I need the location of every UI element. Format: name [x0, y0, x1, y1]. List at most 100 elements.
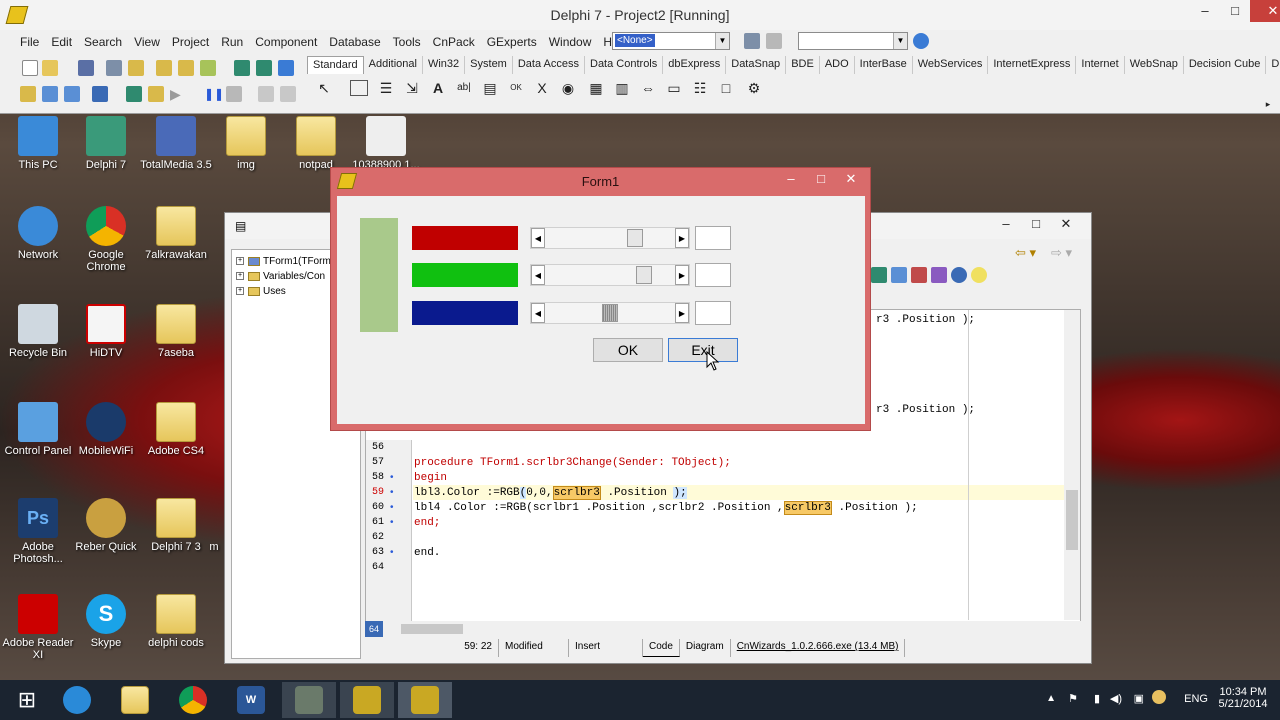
taskbar-delphi-running[interactable] — [398, 682, 452, 718]
wizard-icon[interactable] — [278, 60, 294, 76]
tree-node[interactable]: + Uses — [236, 286, 286, 297]
desktop-icon-photoshop[interactable]: Ps Adobe Photosh... — [0, 498, 76, 565]
tab-internet[interactable]: Internet — [1076, 56, 1125, 74]
radiobutton-icon[interactable]: ◉ — [558, 78, 578, 98]
add-file-icon[interactable] — [156, 60, 172, 76]
volume-icon[interactable]: ◀) — [1110, 692, 1122, 705]
chevron-left-icon[interactable]: ◀ — [531, 228, 545, 248]
scroll-thumb[interactable] — [602, 304, 618, 322]
listbox-icon[interactable]: ▦ — [586, 78, 606, 98]
red-scrollbar[interactable]: ◀ ▶ — [530, 227, 690, 249]
save-desktop-icon[interactable] — [744, 33, 760, 49]
menu-database[interactable]: Database — [323, 35, 386, 49]
scroll-thumb[interactable] — [1066, 490, 1078, 550]
run-config-icon[interactable] — [126, 86, 142, 102]
scroll-thumb[interactable] — [627, 229, 643, 247]
palette-scroll-icon[interactable]: ▸ — [1258, 94, 1278, 114]
red-value-edit[interactable] — [695, 226, 731, 250]
menu-component[interactable]: Component — [249, 35, 323, 49]
wifi-icon[interactable]: ▮ — [1094, 692, 1100, 705]
minimize-icon[interactable]: – — [1190, 0, 1220, 22]
tab-code[interactable]: Code — [643, 639, 680, 657]
menu-run[interactable]: Run — [215, 35, 249, 49]
desktop-icon-network[interactable]: Network — [0, 206, 76, 261]
desktop-icon-reber-quick[interactable]: Reber Quick — [68, 498, 144, 553]
tool-icon[interactable] — [871, 267, 887, 283]
menu-window[interactable]: Window — [543, 35, 598, 49]
desktop-icon-hidtv[interactable]: HiDTV — [68, 304, 144, 359]
maximize-icon[interactable]: □ — [1021, 213, 1051, 235]
frame-icon[interactable] — [350, 80, 368, 96]
tray-app-icon[interactable] — [1152, 690, 1166, 704]
desktop-icon-notpad[interactable]: notpad — [278, 116, 354, 171]
tab-dbexpress[interactable]: dbExpress — [663, 56, 727, 74]
open-project-icon[interactable] — [128, 60, 144, 76]
scrollbar-icon[interactable]: ⇔ — [638, 78, 658, 98]
menu-view[interactable]: View — [128, 35, 166, 49]
tab-internetexpress[interactable]: InternetExpress — [988, 56, 1077, 74]
save-all-icon[interactable] — [106, 60, 122, 76]
desktop-icon-this-pc[interactable]: This PC — [0, 116, 76, 171]
tab-additional[interactable]: Additional — [364, 56, 423, 74]
minimize-icon[interactable]: – — [776, 168, 806, 190]
maximize-icon[interactable]: □ — [1220, 0, 1250, 22]
menu-project[interactable]: Project — [166, 35, 215, 49]
desktop-layout-combo[interactable]: <None> ▼ — [612, 32, 730, 50]
run-icon[interactable]: ▶ — [170, 86, 186, 102]
taskbar-chrome[interactable] — [166, 682, 220, 718]
tab-dialogs[interactable]: Dialo — [1266, 56, 1280, 74]
compile-icon[interactable] — [148, 86, 164, 102]
menu-gexperts[interactable]: GExperts — [481, 35, 543, 49]
horizontal-scrollbar[interactable]: 64 — [365, 621, 1081, 637]
popupmenu-icon[interactable]: ⇲ — [402, 78, 422, 98]
scroll-thumb[interactable] — [401, 624, 463, 634]
new-form-icon[interactable] — [92, 86, 108, 102]
menu-cnpack[interactable]: CnPack — [427, 35, 481, 49]
panel-icon[interactable]: □ — [716, 78, 736, 98]
tab-websnap[interactable]: WebSnap — [1125, 56, 1184, 74]
menu-file[interactable]: File — [14, 35, 45, 49]
chevron-right-icon[interactable]: ▶ — [675, 228, 689, 248]
chevron-right-icon[interactable]: ▶ — [675, 265, 689, 285]
desktop-icon-totalmedia[interactable]: TotalMedia 3.5 — [138, 116, 214, 171]
new-icon[interactable] — [22, 60, 38, 76]
button-icon[interactable]: OK — [506, 78, 526, 98]
tab-data-access[interactable]: Data Access — [513, 56, 585, 74]
vertical-scrollbar[interactable] — [1064, 310, 1080, 620]
scroll-thumb[interactable] — [636, 266, 652, 284]
tab-data-controls[interactable]: Data Controls — [585, 56, 664, 74]
exit-button[interactable]: Exit — [668, 338, 738, 362]
tab-decision-cube[interactable]: Decision Cube — [1184, 56, 1267, 74]
open-icon[interactable] — [42, 60, 58, 76]
minimize-icon[interactable]: – — [991, 213, 1021, 235]
tab-diagram[interactable]: Diagram — [680, 639, 731, 657]
chevron-left-icon[interactable]: ◀ — [531, 265, 545, 285]
label-icon[interactable]: A — [428, 78, 448, 98]
tool-icon[interactable] — [931, 267, 947, 283]
menu-tools[interactable]: Tools — [387, 35, 427, 49]
desktop-icon-skype[interactable]: S Skype — [68, 594, 144, 649]
radiogroup-icon[interactable]: ☷ — [690, 78, 710, 98]
start-button[interactable]: ⊞ — [0, 682, 54, 718]
tab-webservices[interactable]: WebServices — [913, 56, 989, 74]
chevron-down-icon[interactable]: ▼ — [715, 33, 729, 49]
taskbar-delphi[interactable] — [340, 682, 394, 718]
maximize-icon[interactable]: □ — [806, 168, 836, 190]
tab-win32[interactable]: Win32 — [423, 56, 466, 74]
pause-icon[interactable]: ❚❚ — [204, 86, 224, 102]
desktop-icon-7alkrawakan[interactable]: 7alkrawakan — [138, 206, 214, 261]
menu-edit[interactable]: Edit — [45, 35, 78, 49]
close-icon[interactable]: ✕ — [836, 168, 866, 190]
tab-standard[interactable]: Standard — [307, 56, 364, 74]
forward-arrow-icon[interactable]: ⇨ ▾ — [1051, 245, 1072, 261]
network-icon[interactable]: ▣ — [1134, 692, 1144, 705]
component-icon[interactable] — [234, 60, 250, 76]
checkbox-icon[interactable]: X — [532, 78, 552, 98]
actionlist-icon[interactable]: ⚙ — [744, 78, 764, 98]
view-form-icon[interactable] — [64, 86, 80, 102]
close-icon[interactable]: ✕ — [1051, 213, 1081, 235]
menu-search[interactable]: Search — [78, 35, 128, 49]
mainmenu-icon[interactable]: ☰ — [376, 78, 396, 98]
tree-node[interactable]: + TForm1(TForm — [236, 256, 331, 267]
step-into-icon[interactable] — [280, 86, 296, 102]
